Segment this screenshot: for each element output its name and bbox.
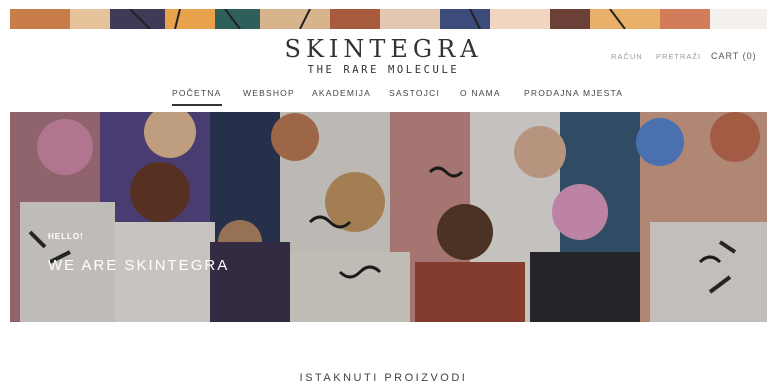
nav-item-prodajna-mjesta[interactable]: PRODAJNA MJESTA (524, 88, 623, 98)
nav-item-akademija[interactable]: AKADEMIJA (312, 88, 371, 98)
cart-link[interactable]: CART (0) (711, 51, 757, 61)
hero-illustration (10, 112, 767, 322)
hero-eyebrow: HELLO! (48, 232, 84, 241)
hero-banner: HELLO! WE ARE SKINTEGRA (10, 112, 767, 322)
main-nav: POČETNA WEBSHOP AKADEMIJA SASTOJCI O NAM… (0, 87, 767, 111)
hero-title: WE ARE SKINTEGRA (48, 257, 230, 274)
site-header: SKINTEGRA THE RARE MOLECULE RAČUN PRETRA… (0, 29, 767, 111)
brand-name: SKINTEGRA (284, 35, 483, 63)
nav-item-pocetna[interactable]: POČETNA (172, 88, 222, 106)
account-link[interactable]: RAČUN (611, 52, 643, 61)
top-illustration-strip (10, 9, 767, 29)
brand-tagline: THE RARE MOLECULE (307, 64, 460, 76)
brand-logo[interactable]: SKINTEGRA THE RARE MOLECULE (0, 37, 767, 76)
nav-item-webshop[interactable]: WEBSHOP (243, 88, 295, 98)
featured-products-title: ISTAKNUTI PROIZVODI (299, 372, 468, 383)
nav-item-sastojci[interactable]: SASTOJCI (389, 88, 440, 98)
nav-item-o-nama[interactable]: O NAMA (460, 88, 501, 98)
search-link[interactable]: PRETRAŽI (656, 52, 701, 61)
